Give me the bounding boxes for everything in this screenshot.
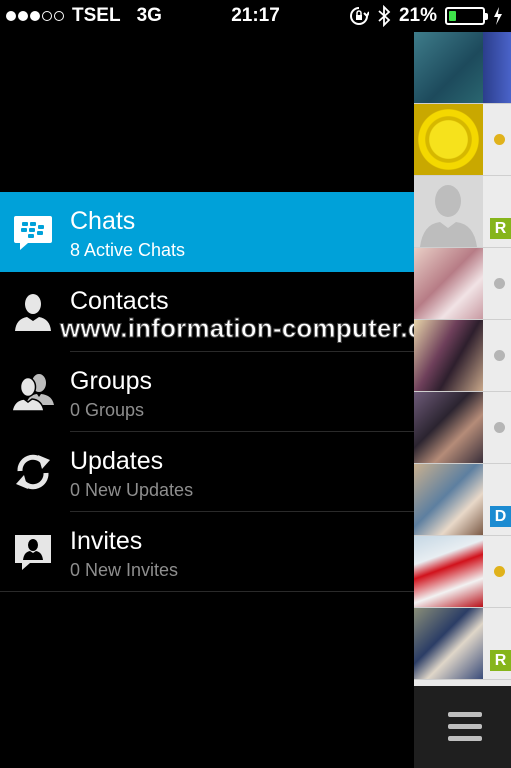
menu-item-title: Contacts xyxy=(70,287,169,315)
menu-item-subtitle: 0 New Updates xyxy=(70,480,194,500)
status-right: 21% xyxy=(349,5,503,27)
refresh-icon xyxy=(16,454,50,490)
chat-avatar xyxy=(414,248,483,319)
orientation-lock-icon xyxy=(350,7,369,25)
battery-icon xyxy=(445,7,488,25)
navigation-drawer: Chats 8 Active Chats Contacts Groups 0 G… xyxy=(0,32,414,768)
menu-item-title: Invites xyxy=(70,527,143,555)
status-bar: TSEL 3G 21:17 21% xyxy=(0,0,511,32)
menu-item-groups[interactable]: Groups 0 Groups xyxy=(0,352,414,432)
bbm-logo-icon xyxy=(14,216,52,250)
status-badge-r: R xyxy=(490,218,511,239)
chat-avatar xyxy=(414,320,483,391)
invite-icon xyxy=(15,535,51,570)
unread-dot xyxy=(494,565,505,577)
menu-hamburger-icon[interactable] xyxy=(448,712,482,742)
menu-item-contacts[interactable]: Contacts xyxy=(0,272,414,352)
chat-avatar xyxy=(414,464,483,535)
chat-avatar xyxy=(414,608,483,679)
unread-dot xyxy=(494,133,505,145)
battery-fill xyxy=(449,11,456,21)
default-avatar-icon xyxy=(420,185,477,247)
read-dot xyxy=(494,349,505,361)
menu-item-subtitle: 0 Groups xyxy=(70,400,145,420)
groups-icon xyxy=(12,374,54,412)
chat-preview-panel xyxy=(483,32,511,103)
chat-avatar xyxy=(414,176,483,247)
menu-item-chats[interactable]: Chats 8 Active Chats xyxy=(0,192,414,272)
chat-row[interactable] xyxy=(414,320,511,392)
menu-item-title: Groups xyxy=(70,367,152,395)
chat-list-peek[interactable]: R D R xyxy=(414,32,511,768)
status-badge-d: D xyxy=(490,506,511,527)
menu-item-title: Updates xyxy=(70,447,164,475)
menu-item-updates[interactable]: Updates 0 New Updates xyxy=(0,432,414,512)
charging-icon xyxy=(494,7,502,25)
read-dot xyxy=(494,421,505,433)
menu-item-invites[interactable]: Invites 0 New Invites xyxy=(0,512,414,592)
chat-avatar xyxy=(414,32,483,103)
chat-row[interactable]: D xyxy=(414,464,511,536)
menu-item-title: Chats xyxy=(70,207,136,235)
status-badge-r: R xyxy=(490,650,511,671)
contact-person-icon xyxy=(15,294,51,331)
bottom-toolbar xyxy=(414,686,511,768)
menu-divider xyxy=(0,591,414,592)
chat-row[interactable] xyxy=(414,536,511,608)
battery-percent: 21% xyxy=(398,5,437,26)
menu-item-subtitle: 8 Active Chats xyxy=(70,240,186,260)
chat-row[interactable] xyxy=(414,32,511,104)
chat-row[interactable] xyxy=(414,392,511,464)
chat-row[interactable]: R xyxy=(414,176,511,248)
menu-item-subtitle: 0 New Invites xyxy=(70,560,179,580)
bluetooth-icon xyxy=(378,5,391,27)
read-dot xyxy=(494,277,505,289)
chat-avatar xyxy=(414,536,483,607)
chat-row[interactable]: R xyxy=(414,608,511,680)
drawer-menu: Chats 8 Active Chats Contacts Groups 0 G… xyxy=(0,192,414,592)
chat-row[interactable] xyxy=(414,104,511,176)
chat-row[interactable] xyxy=(414,248,511,320)
chat-avatar xyxy=(414,392,483,463)
chat-avatar xyxy=(414,104,483,175)
